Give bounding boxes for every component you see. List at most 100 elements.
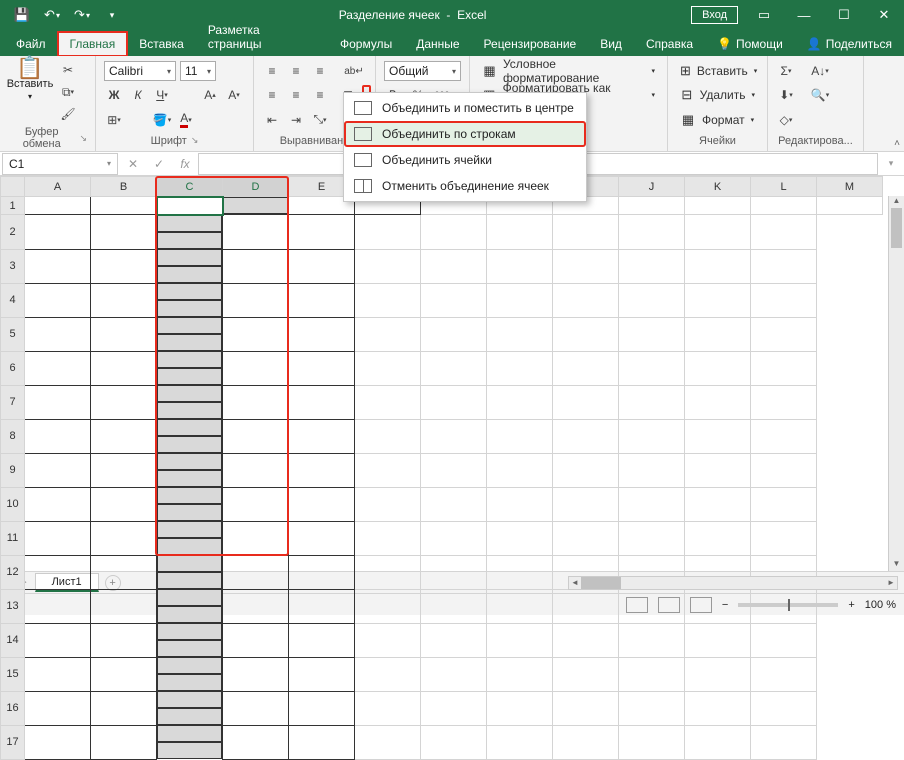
cell[interactable] xyxy=(421,453,487,487)
cell[interactable] xyxy=(685,691,751,725)
cell[interactable] xyxy=(553,487,619,521)
cell[interactable] xyxy=(91,215,157,250)
cell[interactable] xyxy=(157,674,222,691)
align-center-button[interactable]: ≡ xyxy=(286,85,306,105)
cell[interactable] xyxy=(223,249,289,283)
cell[interactable] xyxy=(289,589,355,623)
bold-button[interactable]: Ж xyxy=(104,85,124,105)
fill-color-button[interactable]: 🪣▾ xyxy=(152,110,172,130)
increase-indent-button[interactable]: ⇥ xyxy=(286,110,306,130)
cell[interactable] xyxy=(157,385,222,402)
cell[interactable] xyxy=(751,725,817,759)
cell[interactable] xyxy=(91,623,157,657)
cell[interactable] xyxy=(223,453,289,487)
cell[interactable] xyxy=(157,470,222,487)
cell[interactable] xyxy=(751,657,817,691)
copy-button[interactable]: ⧉▾ xyxy=(58,82,78,102)
column-header[interactable]: B xyxy=(91,177,157,197)
cell[interactable] xyxy=(91,487,157,521)
cell[interactable] xyxy=(355,419,421,453)
cell[interactable] xyxy=(553,249,619,283)
cell[interactable] xyxy=(553,691,619,725)
cell[interactable] xyxy=(553,453,619,487)
cell[interactable] xyxy=(487,419,553,453)
align-middle-button[interactable]: ≡ xyxy=(286,61,306,81)
cell[interactable] xyxy=(25,589,91,623)
cell[interactable] xyxy=(223,419,289,453)
cell[interactable] xyxy=(25,385,91,419)
cell[interactable] xyxy=(553,657,619,691)
cell[interactable] xyxy=(421,589,487,623)
cell[interactable] xyxy=(751,385,817,419)
cell[interactable] xyxy=(619,691,685,725)
cell[interactable] xyxy=(91,351,157,385)
merge-cells-item[interactable]: Объединить ячейки xyxy=(344,147,586,173)
cell[interactable] xyxy=(289,351,355,385)
cell[interactable] xyxy=(619,215,685,250)
cell[interactable] xyxy=(421,215,487,250)
row-header[interactable]: 9 xyxy=(1,453,25,487)
cell[interactable] xyxy=(157,521,222,538)
cell[interactable] xyxy=(619,385,685,419)
cell[interactable] xyxy=(421,555,487,589)
cell[interactable] xyxy=(751,215,817,250)
cell[interactable] xyxy=(289,487,355,521)
cell[interactable] xyxy=(25,725,91,759)
cell[interactable] xyxy=(751,691,817,725)
cell[interactable] xyxy=(355,657,421,691)
cell[interactable] xyxy=(817,197,883,215)
row-header[interactable]: 13 xyxy=(1,589,25,623)
cell[interactable] xyxy=(421,691,487,725)
cell[interactable] xyxy=(553,317,619,351)
cell[interactable] xyxy=(487,691,553,725)
cell[interactable] xyxy=(157,708,222,725)
align-right-button[interactable]: ≡ xyxy=(310,85,330,105)
cell[interactable] xyxy=(157,657,222,674)
cell[interactable] xyxy=(355,317,421,351)
cell[interactable] xyxy=(355,215,421,250)
cell[interactable] xyxy=(685,197,751,215)
row-header[interactable]: 17 xyxy=(1,725,25,759)
cell[interactable] xyxy=(157,197,223,215)
tell-me-button[interactable]: 💡 Помощи xyxy=(705,32,795,56)
cell[interactable] xyxy=(91,725,157,759)
tab-page-layout[interactable]: Разметка страницы xyxy=(196,18,328,56)
row-header[interactable]: 5 xyxy=(1,317,25,351)
cell[interactable] xyxy=(553,623,619,657)
cell[interactable] xyxy=(91,317,157,351)
wrap-text-button[interactable]: ab↵ xyxy=(344,61,364,81)
cell[interactable] xyxy=(25,555,91,589)
row-header[interactable]: 8 xyxy=(1,419,25,453)
cell[interactable] xyxy=(487,249,553,283)
cell[interactable] xyxy=(355,249,421,283)
cell[interactable] xyxy=(91,555,157,589)
row-header[interactable]: 7 xyxy=(1,385,25,419)
conditional-formatting-button[interactable]: ▦ Условное форматирование▾ xyxy=(478,60,659,82)
cell[interactable] xyxy=(685,283,751,317)
orientation-button[interactable]: ⤡▾ xyxy=(310,110,330,130)
cell[interactable] xyxy=(289,317,355,351)
cell[interactable] xyxy=(25,317,91,351)
collapse-ribbon-button[interactable]: ˄ xyxy=(894,138,900,149)
column-header[interactable]: K xyxy=(685,177,751,197)
cell[interactable] xyxy=(25,351,91,385)
autosum-button[interactable]: Σ▾ xyxy=(776,61,796,81)
expand-formula-bar-button[interactable]: ▾ xyxy=(878,158,904,169)
cell[interactable] xyxy=(487,555,553,589)
cell[interactable] xyxy=(619,521,685,555)
format-cells-button[interactable]: ▦Формат▾ xyxy=(676,109,759,131)
merge-and-center-item[interactable]: Объединить и поместить в центре xyxy=(344,95,586,121)
find-select-button[interactable]: 🔍▾ xyxy=(810,85,830,105)
cell[interactable] xyxy=(91,521,157,555)
row-header[interactable]: 10 xyxy=(1,487,25,521)
italic-button[interactable]: К xyxy=(128,85,148,105)
cell[interactable] xyxy=(487,623,553,657)
cell[interactable] xyxy=(157,249,222,266)
column-header[interactable]: D xyxy=(223,177,289,197)
cell[interactable] xyxy=(289,249,355,283)
cell[interactable] xyxy=(157,368,222,385)
cell[interactable] xyxy=(289,691,355,725)
align-left-button[interactable]: ≡ xyxy=(262,85,282,105)
cell[interactable] xyxy=(421,419,487,453)
decrease-indent-button[interactable]: ⇤ xyxy=(262,110,282,130)
